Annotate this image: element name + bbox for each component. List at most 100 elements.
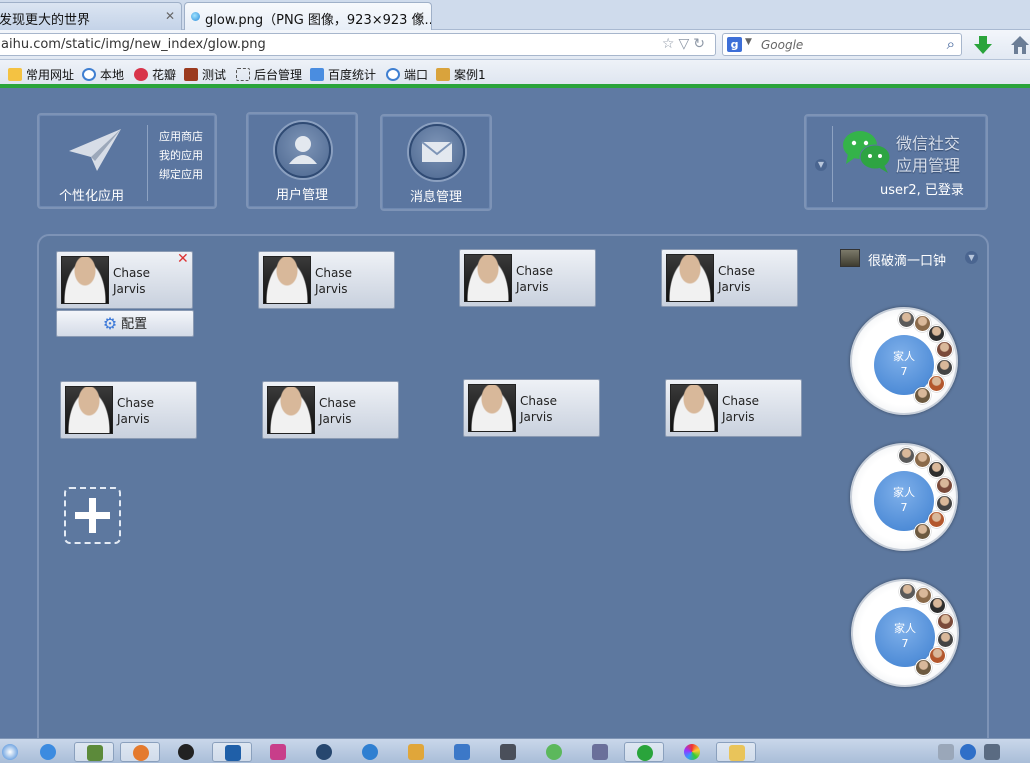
tile-label: 个性化应用 (59, 189, 125, 204)
tray-icon[interactable] (982, 742, 1002, 762)
contact-card[interactable]: Chase Jarvis (258, 251, 395, 309)
bookmark-item[interactable]: 案例1 (436, 66, 486, 83)
contact-card[interactable]: Chase Jarvis (665, 379, 802, 437)
contact-card[interactable]: Chase Jarvis (463, 379, 600, 437)
member-avatar[interactable] (914, 523, 931, 540)
member-avatar[interactable] (899, 583, 916, 600)
taskbar-app[interactable] (258, 742, 298, 762)
reload-icon[interactable]: ↻ (693, 36, 709, 52)
bookmark-item[interactable]: 本地 (82, 66, 124, 83)
chevron-down-icon[interactable]: ▼ (815, 159, 827, 171)
download-icon[interactable] (974, 35, 992, 55)
contact-card[interactable]: Chase Jarvis (262, 381, 399, 439)
member-avatar[interactable] (898, 447, 915, 464)
group-core[interactable]: 家人 7 (875, 607, 935, 667)
member-avatar[interactable] (928, 325, 945, 342)
search-icon[interactable]: ⌕ (947, 35, 955, 53)
contact-card[interactable]: Chase Jarvis (60, 381, 197, 439)
qq-icon (178, 744, 194, 760)
help-icon[interactable] (958, 742, 978, 762)
bookmark-item[interactable]: 花瓣 (134, 66, 176, 83)
link-my-apps[interactable]: 我的应用 (159, 146, 203, 165)
taskbar-dreamweaver[interactable] (74, 742, 114, 762)
google-icon[interactable]: g (727, 37, 742, 52)
bookmark-item[interactable]: 百度统计 (310, 66, 376, 83)
personalized-apps-tile[interactable]: 个性化应用 应用商店 我的应用 绑定应用 (37, 113, 217, 209)
taskbar-qq[interactable] (166, 742, 206, 762)
home-icon[interactable] (1010, 35, 1030, 55)
tab-close-icon[interactable]: ✕ (415, 9, 425, 23)
chevron-down-icon[interactable]: ▼ (965, 251, 978, 264)
tab-close-icon[interactable]: ✕ (165, 9, 175, 23)
member-avatar[interactable] (937, 613, 954, 630)
member-avatar[interactable] (928, 511, 945, 528)
member-avatar[interactable] (914, 387, 931, 404)
search-placeholder: Google (761, 38, 804, 52)
group-core[interactable]: 家人 7 (874, 335, 934, 395)
member-avatar[interactable] (929, 597, 946, 614)
keyboard-icon[interactable] (936, 742, 956, 762)
bookmark-item[interactable]: 测试 (184, 66, 226, 83)
taskbar-app[interactable] (488, 742, 528, 762)
link-app-store[interactable]: 应用商店 (159, 127, 203, 146)
contact-card[interactable]: Chase Jarvis (661, 249, 798, 307)
group-core[interactable]: 家人 7 (874, 471, 934, 531)
app-links: 应用商店 我的应用 绑定应用 (159, 127, 203, 184)
message-management-tile[interactable]: 消息管理 (380, 114, 492, 211)
search-box[interactable]: g ▼ Google ⌕ (722, 33, 962, 56)
taskbar-app[interactable] (624, 742, 664, 762)
address-bar[interactable]: aihu.com/static/img/new_index/glow.png ☆… (0, 33, 716, 56)
bookmark-item[interactable]: 后台管理 (236, 66, 302, 83)
taskbar-app[interactable] (580, 742, 620, 762)
taskbar-app[interactable] (442, 742, 482, 762)
taskbar-ie[interactable] (28, 742, 68, 762)
taskbar-photoshop[interactable] (212, 742, 252, 762)
group-circle[interactable]: 家人 7 (851, 579, 959, 687)
contact-card[interactable]: Chase Jarvis ✕ (56, 251, 193, 309)
chevron-down-icon[interactable]: ▼ (745, 37, 752, 47)
member-avatar[interactable] (937, 631, 954, 648)
contact-name: Chase Jarvis (718, 264, 755, 294)
contact-card[interactable]: Chase Jarvis (459, 249, 596, 307)
group-circle[interactable]: 家人 7 (850, 443, 958, 551)
ie-icon (40, 744, 56, 760)
member-avatar[interactable] (936, 359, 953, 376)
tile-label: 消息管理 (410, 190, 463, 205)
bookmark-item[interactable]: 端口 (386, 66, 428, 83)
taskbar-app[interactable] (534, 742, 574, 762)
member-avatar[interactable] (915, 659, 932, 676)
tab-glow-png[interactable]: glow.png（PNG 图像，923×923 像... ✕ (184, 2, 432, 30)
add-contact-button[interactable] (64, 487, 121, 544)
avatar (263, 256, 311, 304)
wechat-social-tile[interactable]: ▼ 微信社交 应用管理 user2, 已登录 (804, 114, 988, 210)
taskbar-app[interactable] (396, 742, 436, 762)
contact-name: Chase Jarvis (516, 264, 553, 294)
user-management-tile[interactable]: 用户管理 (246, 112, 358, 209)
link-bind-apps[interactable]: 绑定应用 (159, 165, 203, 184)
member-avatar[interactable] (929, 647, 946, 664)
bookmark-star-icon[interactable]: ☆ (662, 36, 679, 52)
contact-name: Chase Jarvis (117, 396, 154, 426)
member-avatar[interactable] (936, 477, 953, 494)
tab-discover[interactable]: 发现更大的世界 ✕ (0, 2, 182, 30)
taskbar-app[interactable] (672, 742, 712, 762)
app-icon (546, 744, 562, 760)
config-button[interactable]: ⚙ 配置 (56, 310, 194, 337)
member-avatar[interactable] (936, 495, 953, 512)
gear-icon: ⚙ (102, 314, 118, 333)
member-avatar[interactable] (928, 461, 945, 478)
member-avatar[interactable] (928, 375, 945, 392)
app-icon (592, 744, 608, 760)
bookmark-item[interactable]: 常用网址 (8, 66, 74, 83)
member-avatar[interactable] (936, 341, 953, 358)
close-icon[interactable]: ✕ (177, 252, 189, 266)
taskbar-app[interactable] (304, 742, 344, 762)
taskbar-explorer[interactable] (716, 742, 756, 762)
start-button[interactable] (0, 742, 30, 762)
group-header[interactable]: 很破滴一口钟 ▼ (840, 249, 980, 269)
taskbar-app[interactable] (350, 742, 390, 762)
taskbar-firefox[interactable] (120, 742, 160, 762)
member-avatar[interactable] (898, 311, 915, 328)
dropdown-icon[interactable]: ▽ (678, 36, 693, 52)
group-circle[interactable]: 家人 7 (850, 307, 958, 415)
